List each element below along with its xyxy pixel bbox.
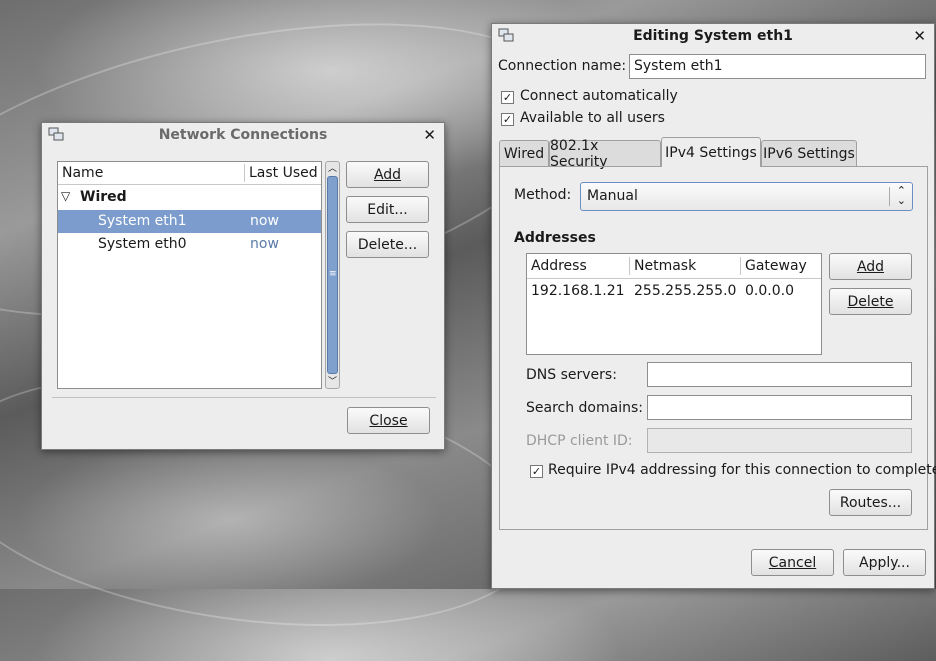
connection-last-used: now [250,213,279,229]
window-title: Editing System eth1 [633,28,793,44]
delete-address-label: Delete [847,293,894,310]
select-divider [889,187,890,206]
connection-name: System eth1 [98,213,187,229]
dns-servers-input[interactable] [647,362,912,387]
scroll-down-icon[interactable]: ﹀ [328,374,337,387]
column-divider [244,164,245,182]
method-value: Manual [587,188,638,204]
window-titlebar[interactable]: Network Connections ✕ [42,123,444,147]
edit-button-label: Edit... [367,201,408,218]
delete-button-label: Delete... [357,236,418,253]
window-title: Network Connections [158,127,328,143]
method-select[interactable]: Manual ⌃ ⌄ [580,182,913,211]
routes-button[interactable]: Routes... [829,489,912,516]
tab-label: IPv4 Settings [665,144,757,161]
edit-button[interactable]: Edit... [346,196,429,223]
grip-icon: ≡ [329,269,337,279]
connection-name-input[interactable]: System eth1 [629,54,926,79]
search-domains-label: Search domains: [526,400,643,416]
column-header-address[interactable]: Address [531,258,587,274]
gateway-cell: 0.0.0.0 [745,283,794,299]
dhcp-client-id-input [647,428,912,453]
network-icon [498,28,514,42]
available-to-all-checkbox[interactable]: ✓ [501,113,514,126]
connection-name-value: System eth1 [634,58,723,74]
connect-automatically-checkbox[interactable]: ✓ [501,91,514,104]
expander-down-icon[interactable]: ▽ [61,189,70,203]
group-row-wired[interactable]: ▽ Wired [58,187,321,209]
delete-address-button[interactable]: Delete [829,288,912,315]
cancel-button-label: Cancel [768,554,817,571]
dns-servers-label: DNS servers: [526,367,617,383]
connections-list[interactable]: Name Last Used ▽ Wired System eth1 now S… [57,161,322,389]
column-divider [740,257,741,275]
column-header-name[interactable]: Name [62,165,103,181]
routes-button-label: Routes... [839,494,902,511]
add-address-button[interactable]: Add [829,253,912,280]
cancel-button[interactable]: Cancel [751,549,834,576]
window-titlebar[interactable]: Editing System eth1 ✕ [492,24,934,48]
tab-wired[interactable]: Wired [499,140,549,166]
ipv4-settings-panel: Method: Manual ⌃ ⌄ Addresses Address Netm… [499,166,936,530]
column-header-gateway[interactable]: Gateway [745,258,807,274]
list-scrollbar[interactable]: ︿ ≡ ﹀ [325,161,340,389]
close-icon[interactable]: ✕ [913,27,926,45]
column-header-last-used[interactable]: Last Used [249,165,318,181]
close-icon[interactable]: ✕ [423,126,436,144]
add-button-label: Add [373,166,402,183]
column-divider [629,257,630,275]
addresses-table[interactable]: Address Netmask Gateway 192.168.1.21 255… [526,253,822,355]
available-to-all-label: Available to all users [520,110,665,126]
addresses-heading: Addresses [514,230,596,246]
connection-name-label: Connection name: [498,58,627,74]
connection-name: System eth0 [98,236,187,252]
table-row[interactable]: 192.168.1.21 255.255.255.0 0.0.0.0 [527,281,821,303]
editing-connection-window: Editing System eth1 ✕ Connection name: S… [491,23,936,589]
apply-button-label: Apply... [859,554,910,571]
tab-ipv6-settings[interactable]: IPv6 Settings [761,140,857,166]
group-label: Wired [80,189,127,205]
close-button[interactable]: Close [347,407,430,434]
list-header: Name Last Used [58,162,321,185]
apply-button[interactable]: Apply... [843,549,926,576]
require-ipv4-label: Require IPv4 addressing for this connect… [548,462,936,478]
dhcp-client-id-label: DHCP client ID: [526,433,633,449]
tab-802-1x-security[interactable]: 802.1x Security [549,138,661,170]
updown-chevron-icon: ⌃ ⌄ [896,184,906,207]
delete-button[interactable]: Delete... [346,231,429,258]
column-header-netmask[interactable]: Netmask [634,258,696,274]
connection-last-used: now [250,236,279,252]
list-item[interactable]: System eth1 now [58,210,321,233]
list-item[interactable]: System eth0 now [58,233,321,256]
scrollbar-thumb[interactable]: ≡ [327,176,338,374]
address-cell: 192.168.1.21 [531,283,625,299]
tab-label: IPv6 Settings [763,145,855,162]
tab-ipv4-settings[interactable]: IPv4 Settings [661,137,761,167]
netmask-cell: 255.255.255.0 [634,283,737,299]
tab-label: 802.1x Security [550,137,608,170]
require-ipv4-checkbox[interactable]: ✓ [530,465,543,478]
network-icon [48,127,64,141]
table-header: Address Netmask Gateway [527,254,821,279]
separator [52,397,436,398]
search-domains-input[interactable] [647,395,912,420]
scroll-up-icon[interactable]: ︿ [328,161,337,174]
add-button[interactable]: Add [346,161,429,188]
method-label: Method: [514,187,572,203]
close-button-label: Close [369,412,408,429]
connect-automatically-label: Connect automatically [520,88,678,104]
add-address-label: Add [856,258,885,275]
network-connections-window: Network Connections ✕ Name Last Used ▽ W… [41,122,445,450]
tab-label: Wired [503,145,545,162]
